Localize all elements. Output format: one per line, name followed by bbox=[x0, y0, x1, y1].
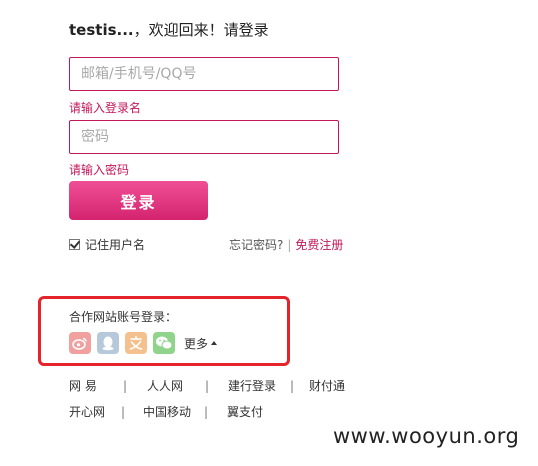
footer-link-kaixin[interactable]: 开心网 bbox=[69, 403, 121, 420]
username-label: testis... bbox=[69, 21, 134, 39]
remember-label: 记住用户名 bbox=[85, 238, 146, 252]
triangle-up-icon bbox=[211, 341, 218, 345]
footer-links-row-1: 网 易 | 人人网 | 建行登录 | 财付通 bbox=[69, 377, 345, 394]
footer-link-renren[interactable]: 人人网 bbox=[147, 377, 205, 394]
partner-login-icons: 更多 bbox=[69, 332, 218, 354]
account-error: 请输入登录名 bbox=[69, 101, 142, 115]
footer-separator: | bbox=[123, 379, 128, 393]
account-links: 忘记密码? | 免费注册 bbox=[229, 236, 343, 253]
footer-link-netease[interactable]: 网 易 bbox=[69, 377, 123, 394]
account-input[interactable] bbox=[69, 57, 339, 91]
login-button[interactable]: 登录 bbox=[69, 181, 208, 220]
footer-links-row-2: 开心网 | 中国移动 | 翼支付 bbox=[69, 403, 263, 420]
remember-checkbox[interactable] bbox=[69, 239, 80, 250]
weibo-icon[interactable] bbox=[69, 332, 91, 354]
welcome-text: ，欢迎回来！请登录 bbox=[133, 21, 269, 39]
more-partners-button[interactable]: 更多 bbox=[184, 335, 218, 352]
forgot-password-link[interactable]: 忘记密码? bbox=[229, 238, 283, 252]
footer-separator: | bbox=[204, 405, 209, 419]
watermark: www.wooyun.org bbox=[333, 424, 520, 448]
footer-link-chinamobile[interactable]: 中国移动 bbox=[143, 403, 204, 420]
footer-link-tenpay[interactable]: 财付通 bbox=[309, 377, 345, 394]
alipay-icon[interactable] bbox=[125, 332, 147, 354]
footer-separator: | bbox=[205, 379, 210, 393]
more-label: 更多 bbox=[184, 336, 209, 351]
register-link[interactable]: 免费注册 bbox=[295, 238, 343, 252]
password-input[interactable] bbox=[69, 120, 339, 154]
partner-login-title: 合作网站账号登录： bbox=[69, 310, 178, 324]
remember-username[interactable]: 记住用户名 bbox=[69, 236, 145, 253]
welcome-heading: testis...，欢迎回来！请登录 bbox=[69, 19, 269, 40]
qq-icon[interactable] bbox=[97, 332, 119, 354]
footer-link-ccb[interactable]: 建行登录 bbox=[228, 377, 290, 394]
links-separator: | bbox=[287, 238, 292, 252]
footer-separator: | bbox=[290, 379, 295, 393]
password-error: 请输入密码 bbox=[69, 163, 130, 177]
footer-link-bestpay[interactable]: 翼支付 bbox=[227, 403, 263, 420]
footer-separator: | bbox=[121, 405, 126, 419]
wechat-icon[interactable] bbox=[153, 332, 175, 354]
partner-highlight-box bbox=[38, 296, 290, 366]
